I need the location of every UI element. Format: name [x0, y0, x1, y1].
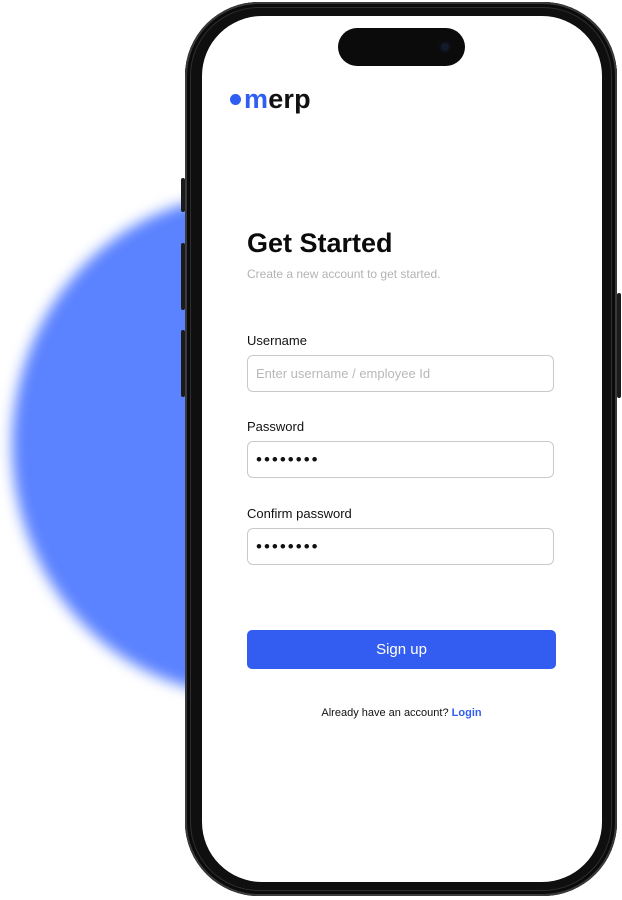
dynamic-island: [338, 28, 465, 66]
power-button: [617, 293, 621, 398]
confirm-password-input[interactable]: [247, 528, 554, 565]
login-prompt: Already have an account? Login: [247, 707, 556, 719]
page-subtitle: Create a new account to get started.: [247, 267, 441, 281]
logo-dot-icon: [230, 94, 241, 105]
confirm-password-label: Confirm password: [247, 506, 352, 521]
app-screen: m erp Get Started Create a new account t…: [202, 16, 602, 882]
phone-frame: m erp Get Started Create a new account t…: [185, 2, 617, 896]
username-label: Username: [247, 333, 307, 348]
password-label: Password: [247, 419, 305, 434]
page-title: Get Started: [247, 228, 393, 258]
login-link[interactable]: Login: [452, 707, 482, 719]
username-input[interactable]: [247, 355, 554, 392]
login-prompt-text: Already have an account?: [321, 707, 449, 719]
password-input[interactable]: [247, 441, 554, 478]
logo-text: erp: [268, 84, 311, 114]
camera-icon: [439, 41, 451, 53]
app-logo: m erp: [230, 84, 311, 114]
sign-up-button[interactable]: Sign up: [247, 630, 556, 669]
logo-initial: m: [244, 84, 269, 114]
